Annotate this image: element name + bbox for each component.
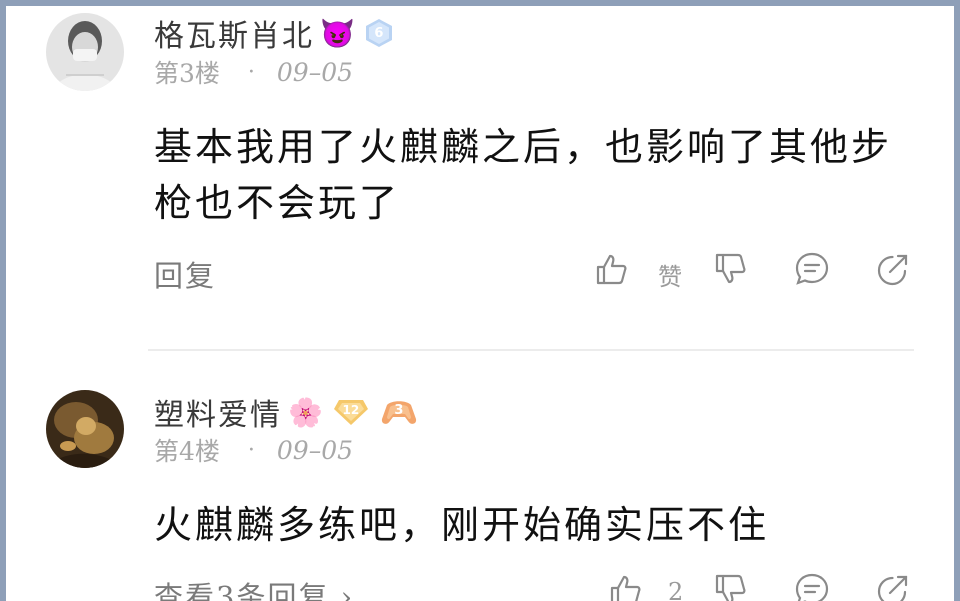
comment-button[interactable] <box>790 570 834 601</box>
meta-separator: · <box>247 59 255 85</box>
comment-text: 基本我用了火麒麟之后，也影响了其他步枪也不会玩了 <box>154 125 893 225</box>
comment-icon <box>794 572 830 601</box>
dislike-button[interactable] <box>709 249 753 293</box>
action-row: 回复 赞 <box>6 249 954 295</box>
like-label: 赞 <box>658 263 682 291</box>
share-button[interactable] <box>871 249 915 293</box>
action-row: 查看3条回复 › 2 <box>6 570 954 601</box>
comment-icon <box>794 251 830 291</box>
meta-separator: · <box>247 437 255 463</box>
devil-emoji: 😈 <box>320 16 355 50</box>
reply-button[interactable]: 回复 <box>154 253 216 295</box>
level-badge: 12 <box>333 397 369 427</box>
comment-list: 格瓦斯肖北 😈 6 第3楼 · 09–05 基本我用了火麒麟之后，也影响了其他步… <box>6 6 954 601</box>
divider <box>148 349 914 351</box>
level-number: 6 <box>374 25 384 41</box>
meta-row: 第4楼 · 09–05 <box>154 432 353 468</box>
level-number: 12 <box>342 403 360 417</box>
floor-number: 第4楼 <box>154 437 220 466</box>
username[interactable]: 塑料爱情 <box>154 390 282 434</box>
view-replies-button[interactable]: 查看3条回复 › <box>154 574 354 601</box>
comment-text: 火麒麟多练吧，刚开始确实压不住 <box>154 503 770 547</box>
flower-emoji: 🌸 <box>288 395 323 429</box>
level-badge: 6 <box>363 17 395 49</box>
like-button[interactable] <box>604 570 648 601</box>
share-button[interactable] <box>871 570 915 601</box>
floor-number: 第3楼 <box>154 59 220 88</box>
thumbs-down-icon <box>714 252 748 290</box>
game-badge-icon: 3 <box>381 397 417 427</box>
share-icon <box>875 572 911 601</box>
thumbs-up-icon <box>609 573 643 601</box>
avatar[interactable] <box>46 390 124 468</box>
username[interactable]: 格瓦斯肖北 <box>154 11 314 55</box>
dislike-button[interactable] <box>709 570 753 601</box>
username-row: 格瓦斯肖北 😈 6 <box>154 11 395 55</box>
thumbs-up-icon <box>595 252 629 290</box>
thumbs-down-icon <box>714 573 748 601</box>
like-count: 2 <box>668 578 684 601</box>
comment-button[interactable] <box>790 249 834 293</box>
like-button[interactable] <box>590 249 634 293</box>
share-icon <box>875 251 911 291</box>
username-row: 塑料爱情 🌸 12 3 <box>154 390 417 434</box>
avatar[interactable] <box>46 13 124 91</box>
meta-row: 第3楼 · 09–05 <box>154 54 353 90</box>
post-date: 09–05 <box>276 57 354 87</box>
game-badge-number: 3 <box>394 402 404 418</box>
post-date: 09–05 <box>276 435 354 465</box>
